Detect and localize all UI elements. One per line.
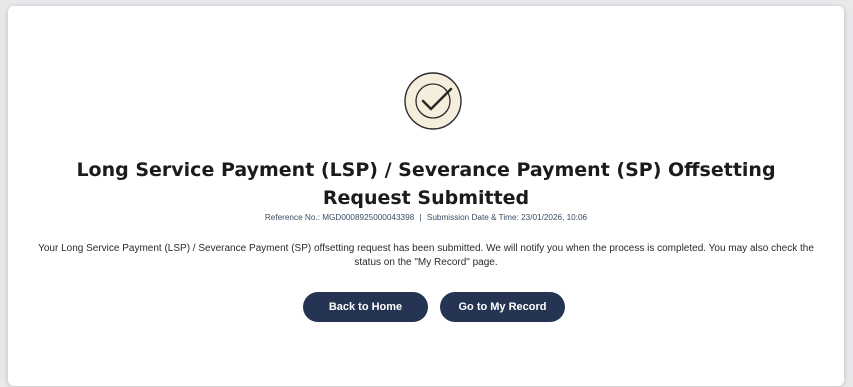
reference-label: Reference No.: [264,213,320,222]
back-to-home-button[interactable]: Back to Home [303,292,428,322]
check-circle-icon [403,71,463,131]
submission-datetime-value: 23/01/2026, 10:06 [521,213,588,222]
reference-number: MGD0008925000043398 [322,213,415,222]
submission-datetime-label: Submission Date & Time: [426,213,519,222]
confirmation-message: Your Long Service Payment (LSP) / Severa… [38,243,814,268]
meta-separator: | [419,213,422,222]
go-to-my-record-button[interactable]: Go to My Record [440,292,565,322]
submission-meta: Reference No.: MGD0008925000043398 | Sub… [8,213,844,222]
page-title: Long Service Payment (LSP) / Severance P… [76,159,776,209]
submission-result-card: Long Service Payment (LSP) / Severance P… [8,6,844,386]
